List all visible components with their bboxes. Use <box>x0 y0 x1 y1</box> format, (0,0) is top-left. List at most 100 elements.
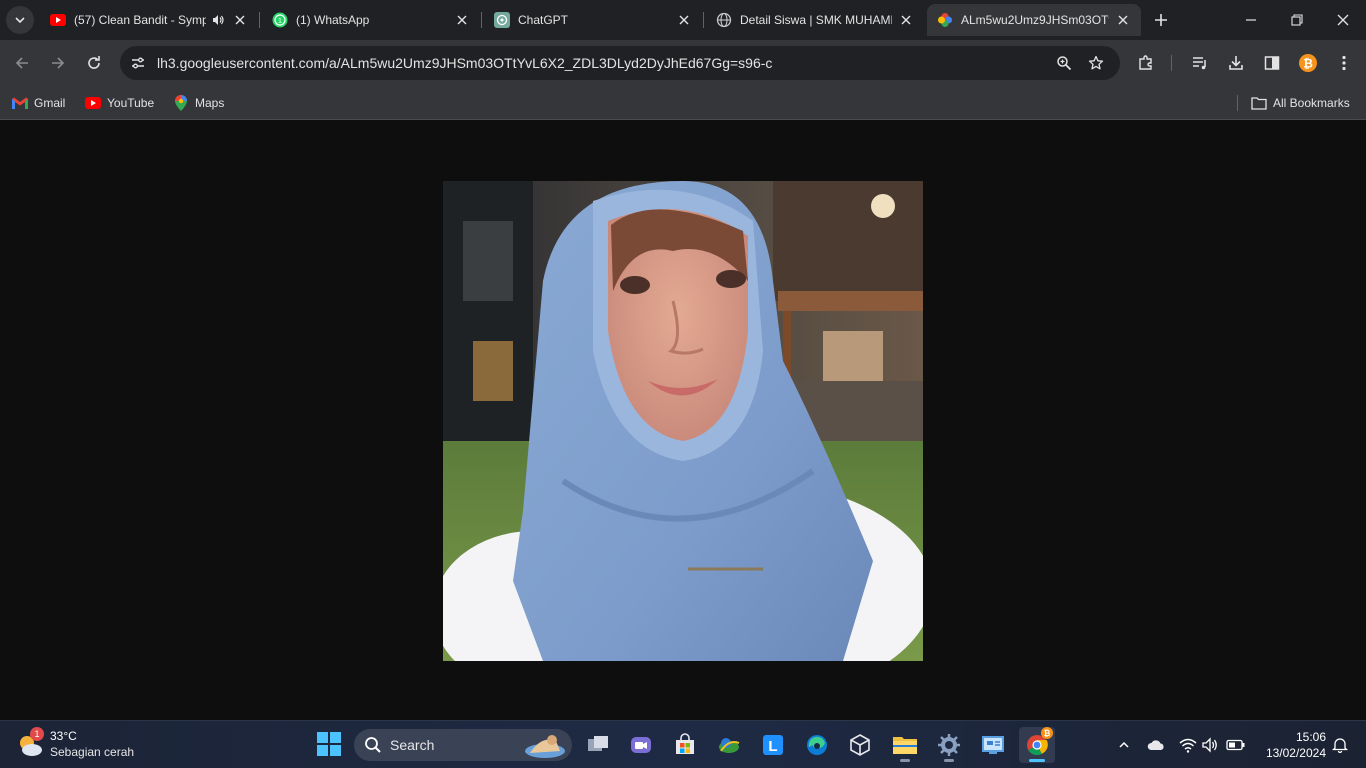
wifi-tray[interactable] <box>1176 733 1200 757</box>
weather-desc: Sebagian cerah <box>50 745 135 759</box>
download-icon[interactable] <box>1222 49 1250 77</box>
all-bookmarks-button[interactable]: All Bookmarks <box>1251 92 1350 114</box>
volume-tray[interactable] <box>1198 733 1222 757</box>
taskbar-file-explorer[interactable] <box>887 727 923 763</box>
bookmark-label: Gmail <box>34 96 66 110</box>
weather-widget[interactable]: 1 33°C Sebagian cerah <box>16 727 156 763</box>
chatgpt-icon <box>494 12 510 28</box>
bookmark-maps[interactable]: Maps <box>173 92 224 114</box>
restore-button[interactable] <box>1274 0 1320 40</box>
tab-chatgpt[interactable]: ChatGPT <box>484 4 702 36</box>
tab-title: (1) WhatsApp <box>296 13 370 27</box>
forward-button[interactable] <box>44 49 72 77</box>
tab-strip: (57) Clean Bandit - Symp 1 (1) WhatsApp … <box>0 0 1366 40</box>
tab-youtube[interactable]: (57) Clean Bandit - Symp <box>40 4 258 36</box>
taskbar-store[interactable] <box>667 727 703 763</box>
minimize-icon <box>1246 19 1256 21</box>
tab-search-button[interactable] <box>6 6 34 34</box>
taskbar-settings[interactable] <box>931 727 967 763</box>
browser-toolbar: lh3.googleusercontent.com/a/ALm5wu2Umz9J… <box>0 40 1366 86</box>
close-tab-icon[interactable] <box>898 12 914 28</box>
close-tab-icon[interactable] <box>1115 12 1131 28</box>
address-bar[interactable]: lh3.googleusercontent.com/a/ALm5wu2Umz9J… <box>120 46 1120 80</box>
task-view-icon <box>588 736 608 751</box>
taskbar-edge[interactable] <box>799 727 835 763</box>
taskbar-search[interactable]: Search <box>354 729 572 761</box>
onedrive-tray[interactable] <box>1144 733 1168 757</box>
whatsapp-icon: 1 <box>272 12 288 28</box>
tab-whatsapp[interactable]: 1 (1) WhatsApp <box>262 4 480 36</box>
youtube-icon <box>85 95 101 111</box>
media-control-icon[interactable] <box>1186 49 1214 77</box>
bookmark-gmail[interactable]: Gmail <box>12 92 65 114</box>
battery-icon <box>1226 739 1245 751</box>
close-tab-icon[interactable] <box>454 12 470 28</box>
bookmark-label: Maps <box>195 96 225 110</box>
gmail-icon <box>12 95 28 111</box>
taskbar-earth-app[interactable] <box>711 727 747 763</box>
arrow-left-icon <box>15 57 28 69</box>
notification-bell-icon <box>1332 738 1348 753</box>
bookmarks-separator <box>1237 95 1238 111</box>
extensions-icon[interactable] <box>1132 49 1160 77</box>
close-icon <box>1337 14 1349 26</box>
windows-taskbar: 1 33°C Sebagian cerah Search L ₿ 15:06 1… <box>0 720 1366 768</box>
cube-icon <box>850 734 870 756</box>
globe-icon <box>716 12 732 28</box>
microsoft-store-icon <box>676 733 694 754</box>
search-label: Search <box>390 737 435 753</box>
new-tab-button[interactable] <box>1150 9 1172 31</box>
url-text[interactable]: lh3.googleusercontent.com/a/ALm5wu2Umz9J… <box>157 55 772 71</box>
taskbar-task-view[interactable] <box>580 727 616 763</box>
taskbar-clock[interactable]: 15:06 13/02/2024 <box>1256 729 1326 761</box>
google-photos-icon <box>937 12 953 28</box>
bookmark-youtube[interactable]: YouTube <box>85 92 154 114</box>
svg-text:1: 1 <box>278 18 282 25</box>
tab-separator <box>703 12 704 28</box>
speaker-icon[interactable] <box>210 12 226 28</box>
reload-button[interactable] <box>80 49 108 77</box>
notifications-button[interactable] <box>1328 733 1352 757</box>
start-button[interactable] <box>316 731 342 757</box>
l-app-icon: L <box>763 735 783 755</box>
site-info-icon[interactable] <box>126 51 150 75</box>
battery-tray[interactable] <box>1224 733 1248 757</box>
taskbar-teams[interactable] <box>623 727 659 763</box>
show-hidden-icons-button[interactable] <box>1112 733 1136 757</box>
tab-title: Detail Siswa | SMK MUHAMM <box>740 13 892 27</box>
close-tab-icon[interactable] <box>232 12 248 28</box>
teams-meet-icon <box>631 737 651 753</box>
close-tab-icon[interactable] <box>676 12 692 28</box>
bookmark-star-icon[interactable] <box>1084 51 1108 75</box>
tab-detail-siswa[interactable]: Detail Siswa | SMK MUHAMM <box>706 4 924 36</box>
bitcoin-badge-icon: ₿ <box>1041 727 1053 739</box>
close-window-button[interactable] <box>1320 0 1366 40</box>
page-viewport <box>0 121 1366 720</box>
taskbar-l-app[interactable]: L <box>755 727 791 763</box>
search-highlight-art-icon <box>525 735 565 758</box>
maps-icon <box>173 95 189 111</box>
taskbar-chrome[interactable]: ₿ <box>1019 727 1055 763</box>
taskbar-3d-app[interactable] <box>842 727 878 763</box>
clock-time: 15:06 <box>1295 730 1326 744</box>
plus-icon <box>1155 14 1167 26</box>
bookmarks-bar: Gmail YouTube Maps All Bookmarks <box>0 86 1366 120</box>
running-indicator <box>900 759 910 762</box>
bitcoin-extension-icon[interactable]: ₿ <box>1294 49 1322 77</box>
all-bookmarks-label: All Bookmarks <box>1273 96 1350 110</box>
edge-icon <box>807 735 827 755</box>
folder-icon <box>893 737 917 754</box>
zoom-icon[interactable] <box>1052 51 1076 75</box>
folder-icon <box>1251 95 1267 111</box>
minimize-button[interactable] <box>1228 0 1274 40</box>
bookmark-label: YouTube <box>107 96 155 110</box>
menu-kebab-icon[interactable] <box>1330 49 1358 77</box>
taskbar-control-panel[interactable] <box>975 727 1011 763</box>
tab-photo-active[interactable]: ALm5wu2Umz9JHSm03OTtYvL <box>927 4 1141 36</box>
arrow-right-icon <box>52 57 65 69</box>
profile-photo[interactable] <box>443 181 923 661</box>
back-button[interactable] <box>8 49 36 77</box>
weather-temp: 33°C <box>50 729 77 743</box>
svg-text:₿: ₿ <box>1303 57 1313 71</box>
side-panel-icon[interactable] <box>1258 49 1286 77</box>
